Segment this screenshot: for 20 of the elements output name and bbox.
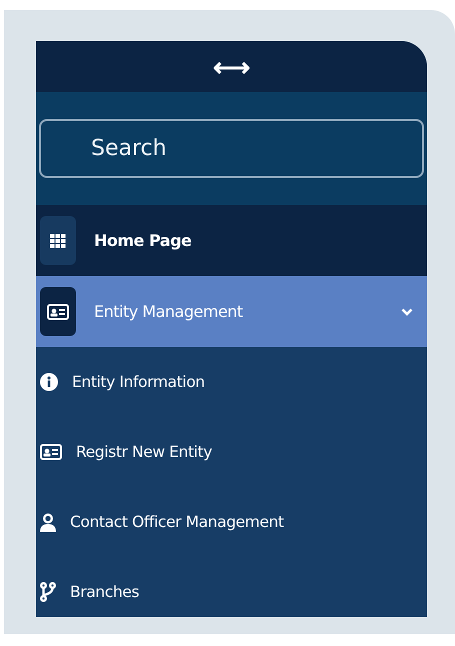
search-field[interactable]: Search xyxy=(39,119,424,178)
submenu-label: Contact Officer Management xyxy=(70,513,284,531)
id-card-icon xyxy=(40,444,62,460)
submenu-label: Entity Information xyxy=(72,373,205,391)
info-icon xyxy=(40,373,58,391)
submenu-item[interactable]: Contact Officer Management xyxy=(36,487,427,557)
branch-icon xyxy=(40,582,56,602)
menu-label: Home Page xyxy=(94,231,192,250)
submenu-label: Registr New Entity xyxy=(76,443,212,461)
submenu-label: Branches xyxy=(70,583,140,601)
menu-item[interactable]: Home Page xyxy=(36,205,427,276)
user-icon xyxy=(40,512,56,532)
grid-icon xyxy=(50,234,66,248)
submenu-item[interactable]: Entity Information xyxy=(36,347,427,417)
menu-label: Entity Management xyxy=(94,302,244,321)
submenu-item[interactable]: Registr New Entity xyxy=(36,417,427,487)
submenu-item[interactable]: Branches xyxy=(36,557,427,617)
collapse-toggle[interactable]: ⟷ xyxy=(213,54,250,80)
menu-item[interactable]: Entity Management xyxy=(36,276,427,347)
id-card-icon xyxy=(47,304,69,320)
